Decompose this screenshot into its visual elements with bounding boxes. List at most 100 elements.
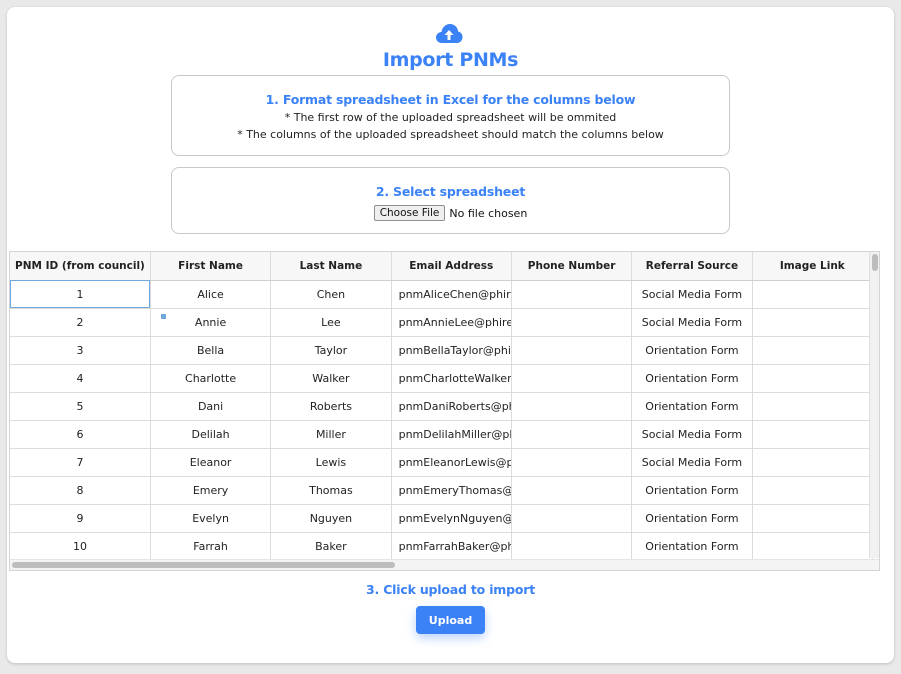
- table-cell[interactable]: Dani: [150, 392, 272, 421]
- table-cell[interactable]: [752, 504, 874, 533]
- table-cell[interactable]: 3: [10, 336, 151, 365]
- table-cell[interactable]: [511, 308, 633, 337]
- table-cell[interactable]: [511, 280, 633, 309]
- table-cell[interactable]: [752, 280, 874, 309]
- table-cell[interactable]: 1: [10, 280, 151, 309]
- column-header[interactable]: Phone Number: [511, 252, 633, 281]
- table-cell[interactable]: pnmEleanorLewis@pl: [391, 448, 512, 477]
- table-cell[interactable]: [511, 420, 633, 449]
- table-cell[interactable]: pnmFarrahBaker@ph: [391, 532, 512, 561]
- column-header[interactable]: Referral Source: [631, 252, 753, 281]
- page-title: Import PNMs: [382, 49, 519, 71]
- table-cell[interactable]: Taylor: [270, 336, 392, 365]
- table-cell[interactable]: Evelyn: [150, 504, 272, 533]
- table-cell[interactable]: Social Media Form: [631, 308, 753, 337]
- column-header[interactable]: PNM ID (from council): [10, 252, 151, 281]
- table-cell[interactable]: pnmAnnieLee@phirec: [391, 308, 512, 337]
- table-row: 10 Farrah Baker pnmFarrahBaker@ph Orientatio…: [10, 532, 874, 561]
- table-cell[interactable]: pnmDelilahMiller@ph: [391, 420, 512, 449]
- table-cell[interactable]: Emery: [150, 476, 272, 505]
- table-cell[interactable]: [752, 532, 874, 561]
- table-cell[interactable]: Orientation Form: [631, 364, 753, 393]
- table-cell[interactable]: Eleanor: [150, 448, 272, 477]
- table-cell[interactable]: pnmCharlotteWalker: [391, 364, 512, 393]
- table-cell[interactable]: Lewis: [270, 448, 392, 477]
- table-cell[interactable]: Charlotte: [150, 364, 272, 393]
- horizontal-scrollbar[interactable]: [10, 559, 879, 570]
- table-cell[interactable]: [511, 336, 633, 365]
- table-cell[interactable]: pnmEmeryThomas@: [391, 476, 512, 505]
- table-cell[interactable]: Social Media Form: [631, 280, 753, 309]
- table-cell[interactable]: [511, 448, 633, 477]
- table-row: 9 Evelyn Nguyen pnmEvelynNguyen@p Orientatio…: [10, 504, 874, 533]
- table-cell[interactable]: pnmDaniRoberts@ph: [391, 392, 512, 421]
- table-cell[interactable]: Bella: [150, 336, 272, 365]
- table-cell[interactable]: 6: [10, 420, 151, 449]
- pnm-table: PNM ID (from council) First Name Last Na…: [10, 252, 874, 561]
- column-header[interactable]: Email Address: [391, 252, 512, 281]
- table-cell[interactable]: [511, 364, 633, 393]
- choose-file-button[interactable]: Choose File: [373, 205, 446, 221]
- table-cell[interactable]: [511, 476, 633, 505]
- table-cell[interactable]: Roberts: [270, 392, 392, 421]
- column-header[interactable]: Image Link: [752, 252, 874, 281]
- table-cell[interactable]: Lee: [270, 308, 392, 337]
- file-status: No file chosen: [449, 206, 528, 220]
- table-cell[interactable]: Farrah: [150, 532, 272, 561]
- spreadsheet-grid[interactable]: PNM ID (from council) First Name Last Na…: [9, 251, 880, 571]
- horizontal-scroll-thumb[interactable]: [12, 562, 395, 568]
- table-cell[interactable]: 9: [10, 504, 151, 533]
- table-cell[interactable]: [752, 476, 874, 505]
- table-cell[interactable]: Social Media Form: [631, 448, 753, 477]
- table-cell[interactable]: Orientation Form: [631, 504, 753, 533]
- table-cell[interactable]: [752, 420, 874, 449]
- table-cell[interactable]: [752, 308, 874, 337]
- table-cell[interactable]: Delilah: [150, 420, 272, 449]
- table-cell[interactable]: Chen: [270, 280, 392, 309]
- table-cell[interactable]: Social Media Form: [631, 420, 753, 449]
- table-cell[interactable]: 4: [10, 364, 151, 393]
- table-cell[interactable]: Walker: [270, 364, 392, 393]
- table-cell[interactable]: [752, 392, 874, 421]
- vertical-scrollbar[interactable]: [869, 252, 879, 558]
- table-cell[interactable]: [752, 448, 874, 477]
- table-cell[interactable]: Orientation Form: [631, 336, 753, 365]
- column-header[interactable]: Last Name: [270, 252, 392, 281]
- table-cell[interactable]: 7: [10, 448, 151, 477]
- table-cell[interactable]: [752, 364, 874, 393]
- table-row: 5 Dani Roberts pnmDaniRoberts@ph Orientation…: [10, 392, 874, 421]
- table-cell[interactable]: Orientation Form: [631, 476, 753, 505]
- table-cell[interactable]: Thomas: [270, 476, 392, 505]
- table-cell[interactable]: Annie: [150, 308, 272, 337]
- table-cell[interactable]: 10: [10, 532, 151, 561]
- table-cell[interactable]: 8: [10, 476, 151, 505]
- vertical-scroll-thumb[interactable]: [872, 254, 878, 271]
- table-row: 2 Annie Lee pnmAnnieLee@phirec Social Media …: [10, 308, 874, 337]
- table-cell[interactable]: pnmBellaTaylor@phir: [391, 336, 512, 365]
- selection-fill-handle[interactable]: [161, 314, 166, 319]
- table-cell[interactable]: 5: [10, 392, 151, 421]
- table-cell[interactable]: [511, 532, 633, 561]
- table-cell[interactable]: Alice: [150, 280, 272, 309]
- import-card: Import PNMs 1. Format spreadsheet in Exc…: [7, 7, 894, 663]
- table-row: 7 Eleanor Lewis pnmEleanorLewis@pl Social Me…: [10, 448, 874, 477]
- column-header[interactable]: First Name: [150, 252, 272, 281]
- table-row: 8 Emery Thomas pnmEmeryThomas@ Orientation F…: [10, 476, 874, 505]
- table-cell[interactable]: pnmEvelynNguyen@p: [391, 504, 512, 533]
- table-row: 3 Bella Taylor pnmBellaTaylor@phir Orientati…: [10, 336, 874, 365]
- upload-button[interactable]: Upload: [416, 606, 485, 634]
- table-cell[interactable]: Baker: [270, 532, 392, 561]
- table-cell[interactable]: [511, 392, 633, 421]
- cloud-upload-icon: [436, 24, 463, 43]
- table-cell[interactable]: pnmAliceChen@phire: [391, 280, 512, 309]
- step1-note: * The columns of the uploaded spreadshee…: [237, 128, 664, 141]
- table-cell[interactable]: 2: [10, 308, 151, 337]
- table-cell[interactable]: Nguyen: [270, 504, 392, 533]
- table-cell[interactable]: [511, 504, 633, 533]
- table-cell[interactable]: Orientation Form: [631, 392, 753, 421]
- step2-heading: 2. Select spreadsheet: [375, 184, 526, 199]
- header-row: PNM ID (from council) First Name Last Na…: [10, 252, 874, 281]
- table-cell[interactable]: Miller: [270, 420, 392, 449]
- table-cell[interactable]: [752, 336, 874, 365]
- table-cell[interactable]: Orientation Form: [631, 532, 753, 561]
